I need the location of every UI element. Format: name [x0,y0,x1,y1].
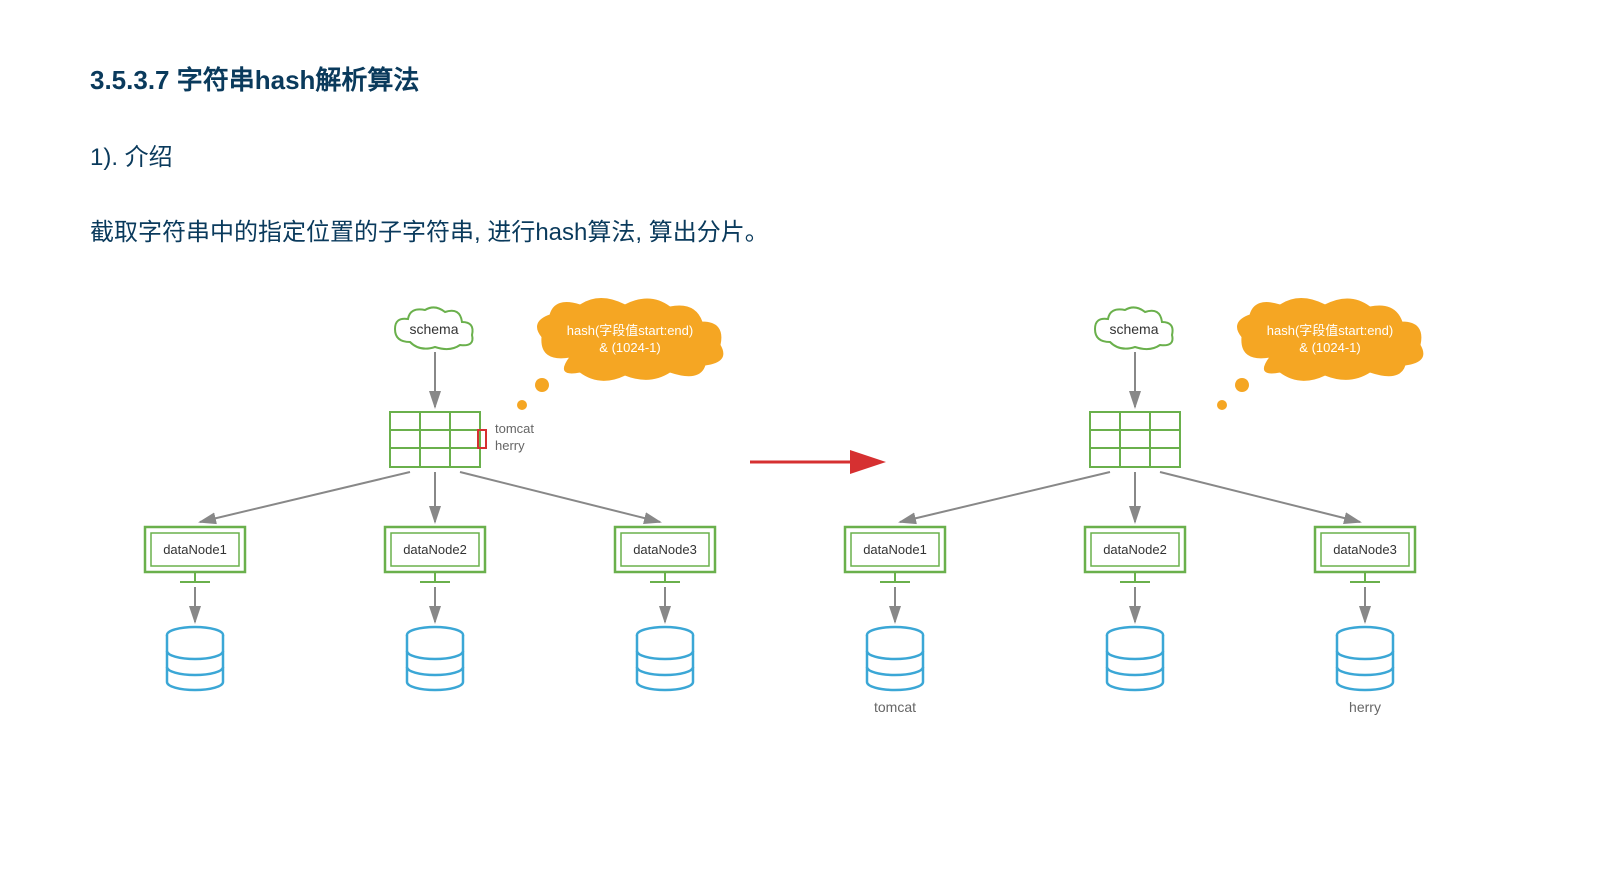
description-text: 截取字符串中的指定位置的子字符串, 进行hash算法, 算出分片。 [90,212,1515,247]
datanode2-left: dataNode2 [385,527,485,582]
db2-left [407,627,463,690]
db3-left [637,627,693,690]
arrow-dn1-left [200,472,410,522]
db1-left [167,627,223,690]
datanode1-right: dataNode1 [845,527,945,582]
db1-right [867,627,923,690]
section-heading: 3.5.3.7 字符串hash解析算法 [90,60,1515,97]
table-right [1090,412,1180,467]
datanode2-right: dataNode2 [1085,527,1185,582]
thought-dot1-right [1235,378,1249,392]
sub-heading: 1). 介绍 [90,137,1515,172]
svg-text:hash(字段值start:end): hash(字段值start:end) [1267,323,1393,338]
datanode3-left: dataNode3 [615,527,715,582]
table-label1-left: tomcat [495,421,534,436]
schema-label-left: schema [409,321,458,337]
svg-text:dataNode3: dataNode3 [633,542,697,557]
thinking-cloud-right: hash(字段值start:end) & (1024-1) [1238,299,1423,381]
svg-text:dataNode1: dataNode1 [163,542,227,557]
svg-text:& (1024-1): & (1024-1) [1299,340,1360,355]
svg-text:schema: schema [1109,321,1158,337]
db-label-herry: herry [1349,699,1381,715]
db-label-tomcat: tomcat [874,699,916,715]
svg-text:dataNode3: dataNode3 [1333,542,1397,557]
table-label2-left: herry [495,438,525,453]
svg-text:dataNode2: dataNode2 [1103,542,1167,557]
thought-dot1-left [535,378,549,392]
schema-cloud-left: schema [395,307,473,349]
left-group: schema hash(字段值start:end) & (1024-1) tom… [145,299,723,691]
diagram-svg: schema hash(字段值start:end) & (1024-1) tom… [90,287,1510,757]
svg-text:dataNode2: dataNode2 [403,542,467,557]
db3-right [1337,627,1393,690]
datanode3-right: dataNode3 [1315,527,1415,582]
datanode1-left: dataNode1 [145,527,245,582]
right-group: schema hash(字段值start:end) & (1024-1) [845,299,1423,716]
cloud-line2-left: & (1024-1) [599,340,660,355]
diagram: schema hash(字段值start:end) & (1024-1) tom… [90,287,1510,757]
thought-dot2-right [1217,400,1227,410]
db2-right [1107,627,1163,690]
cloud-line1-left: hash(字段值start:end) [567,323,693,338]
thought-dot2-left [517,400,527,410]
arrow-dn3-left [460,472,660,522]
schema-cloud-right: schema [1095,307,1173,349]
table-left [390,412,486,467]
svg-text:dataNode1: dataNode1 [863,542,927,557]
thinking-cloud-left: hash(字段值start:end) & (1024-1) [538,299,723,381]
